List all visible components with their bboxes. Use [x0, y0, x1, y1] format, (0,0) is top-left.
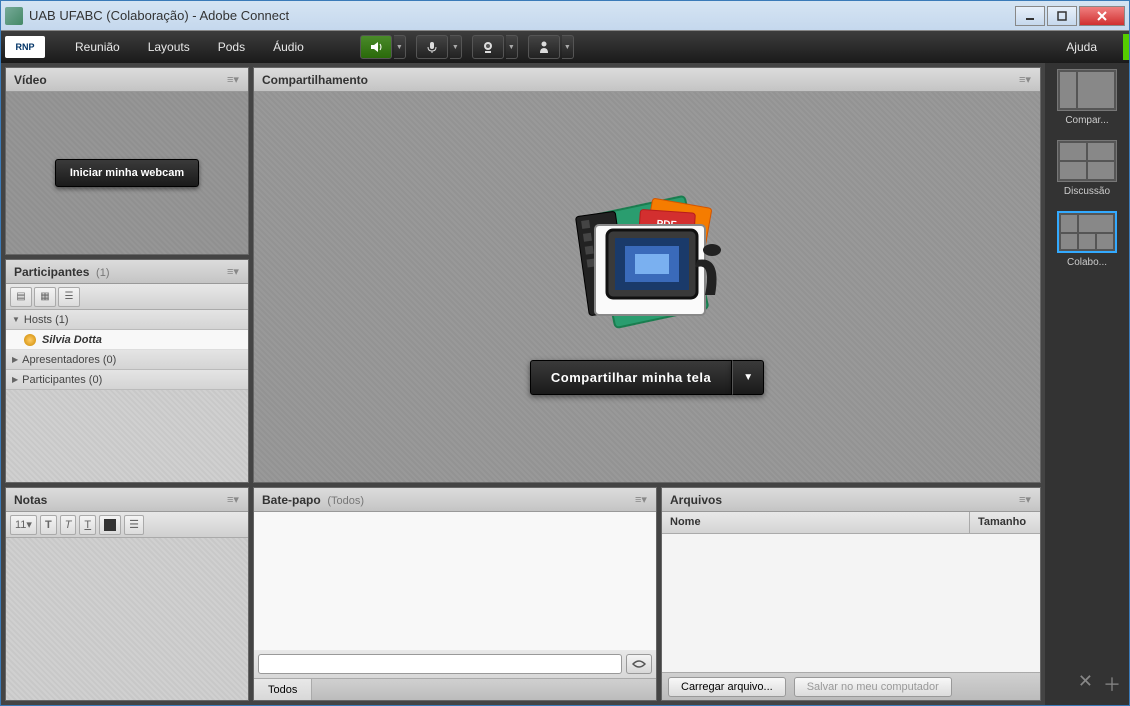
webcam-icon[interactable]	[472, 35, 504, 59]
presenters-group[interactable]: ▶Apresentadores (0)	[6, 350, 248, 370]
layout-sharing[interactable]	[1057, 69, 1117, 111]
share-screen-dropdown[interactable]: ▼	[732, 360, 764, 395]
notes-body[interactable]	[6, 538, 248, 700]
participants-view2-icon[interactable]: ▦	[34, 287, 56, 307]
window-controls	[1015, 6, 1125, 26]
italic-icon[interactable]: T	[60, 515, 77, 535]
participants-group[interactable]: ▶Participantes (0)	[6, 370, 248, 390]
menu-audio[interactable]: Áudio	[259, 40, 318, 54]
layout-discussion-label: Discussão	[1064, 186, 1110, 197]
participants-view3-icon[interactable]: ☰	[58, 287, 80, 307]
share-pod-body: PPT PDF	[254, 92, 1040, 482]
bullets-icon[interactable]: ☰	[124, 515, 144, 535]
files-pod-header: Arquivos ≡▾	[662, 488, 1040, 512]
chat-send-icon[interactable]	[626, 654, 652, 674]
files-col-size[interactable]: Tamanho	[970, 512, 1040, 533]
connection-status-icon[interactable]	[1123, 34, 1129, 60]
share-pod-header: Compartilhamento ≡▾	[254, 68, 1040, 92]
share-graphic-icon: PPT PDF	[547, 180, 747, 340]
chat-pod-header: Bate-papo (Todos) ≡▾	[254, 488, 656, 512]
chat-pod-menu-icon[interactable]: ≡▾	[634, 493, 648, 507]
upload-file-button[interactable]: Carregar arquivo...	[668, 677, 786, 697]
files-table-header: Nome Tamanho	[662, 512, 1040, 534]
raise-hand-dropdown[interactable]: ▼	[562, 35, 574, 59]
notes-fontsize[interactable]: 11 ▾	[10, 515, 37, 535]
microphone-icon[interactable]	[416, 35, 448, 59]
host-user-icon	[24, 334, 36, 346]
layouts-sidebar: Compar... Discussão Colabo... ✕ ＋	[1045, 63, 1129, 705]
layout-collaboration[interactable]	[1057, 211, 1117, 253]
video-pod-title: Vídeo	[14, 73, 226, 87]
share-screen-button[interactable]: Compartilhar minha tela	[530, 360, 732, 395]
app-icon	[5, 7, 23, 25]
main-area: Vídeo ≡▾ Iniciar minha webcam Participan…	[1, 63, 1045, 705]
participants-pod-title: Participantes (1)	[14, 265, 226, 279]
video-pod-menu-icon[interactable]: ≡▾	[226, 73, 240, 87]
video-pod-body: Iniciar minha webcam	[6, 92, 248, 254]
chat-messages	[254, 512, 656, 650]
chat-input[interactable]	[258, 654, 622, 674]
menu-reuniao[interactable]: Reunião	[61, 40, 134, 54]
files-pod: Arquivos ≡▾ Nome Tamanho Carregar arquiv…	[661, 487, 1041, 701]
titlebar: UAB UFABC (Colaboração) - Adobe Connect	[1, 1, 1129, 31]
workspace: Vídeo ≡▾ Iniciar minha webcam Participan…	[1, 63, 1129, 705]
start-webcam-button[interactable]: Iniciar minha webcam	[55, 159, 199, 187]
participants-list: ▼Hosts (1) Silvia Dotta ▶Apresentadores …	[6, 310, 248, 482]
layout-tools-icon[interactable]: ✕	[1078, 671, 1093, 697]
participants-pod-header: Participantes (1) ≡▾	[6, 260, 248, 284]
files-col-name[interactable]: Nome	[662, 512, 970, 533]
menu-layouts[interactable]: Layouts	[134, 40, 204, 54]
window-title: UAB UFABC (Colaboração) - Adobe Connect	[29, 8, 1015, 23]
share-pod-title: Compartilhamento	[262, 73, 1018, 87]
participants-pod: Participantes (1) ≡▾ ▤ ▦ ☰ ▼Hosts (1) Si…	[5, 259, 249, 483]
participants-view1-icon[interactable]: ▤	[10, 287, 32, 307]
notes-pod: Notas ≡▾ 11 ▾ T T T ☰	[5, 487, 249, 701]
microphone-dropdown[interactable]: ▼	[450, 35, 462, 59]
video-pod: Vídeo ≡▾ Iniciar minha webcam	[5, 67, 249, 255]
video-pod-header: Vídeo ≡▾	[6, 68, 248, 92]
raise-hand-icon[interactable]	[528, 35, 560, 59]
chat-tab-all[interactable]: Todos	[254, 679, 312, 700]
close-button[interactable]	[1079, 6, 1125, 26]
files-list	[662, 534, 1040, 672]
menu-help[interactable]: Ajuda	[1052, 40, 1111, 54]
files-footer: Carregar arquivo... Salvar no meu comput…	[662, 672, 1040, 700]
participant-user[interactable]: Silvia Dotta	[6, 330, 248, 350]
share-pod-menu-icon[interactable]: ≡▾	[1018, 73, 1032, 87]
app-window: UAB UFABC (Colaboração) - Adobe Connect …	[0, 0, 1130, 706]
speaker-icon[interactable]	[360, 35, 392, 59]
layout-sharing-label: Compar...	[1065, 115, 1108, 126]
maximize-button[interactable]	[1047, 6, 1077, 26]
notes-pod-title: Notas	[14, 493, 226, 507]
files-pod-menu-icon[interactable]: ≡▾	[1018, 493, 1032, 507]
notes-pod-menu-icon[interactable]: ≡▾	[226, 493, 240, 507]
share-pod: Compartilhamento ≡▾ PPT PDF	[253, 67, 1041, 483]
hosts-group[interactable]: ▼Hosts (1)	[6, 310, 248, 330]
layout-add-icon[interactable]: ＋	[1103, 671, 1121, 697]
layout-discussion[interactable]	[1057, 140, 1117, 182]
logo-rnp[interactable]: RNP	[5, 36, 45, 58]
underline-icon[interactable]: T	[79, 515, 96, 535]
webcam-dropdown[interactable]: ▼	[506, 35, 518, 59]
chat-tabs: Todos	[254, 678, 656, 700]
menu-pods[interactable]: Pods	[204, 40, 259, 54]
layout-collaboration-label: Colabo...	[1067, 257, 1107, 268]
menubar: RNP Reunião Layouts Pods Áudio ▼ ▼ ▼ ▼ A…	[1, 31, 1129, 63]
bold-icon[interactable]: T	[40, 515, 57, 535]
minimize-button[interactable]	[1015, 6, 1045, 26]
speaker-dropdown[interactable]: ▼	[394, 35, 406, 59]
participants-pod-menu-icon[interactable]: ≡▾	[226, 265, 240, 279]
chat-pod: Bate-papo (Todos) ≡▾ Todos	[253, 487, 657, 701]
files-pod-title: Arquivos	[670, 493, 1018, 507]
notes-toolbar: 11 ▾ T T T ☰	[6, 512, 248, 538]
save-file-button: Salvar no meu computador	[794, 677, 952, 697]
chat-input-row	[254, 650, 656, 678]
chat-pod-title: Bate-papo (Todos)	[262, 493, 634, 507]
color-icon[interactable]	[99, 515, 121, 535]
participants-toolbar: ▤ ▦ ☰	[6, 284, 248, 310]
notes-pod-header: Notas ≡▾	[6, 488, 248, 512]
